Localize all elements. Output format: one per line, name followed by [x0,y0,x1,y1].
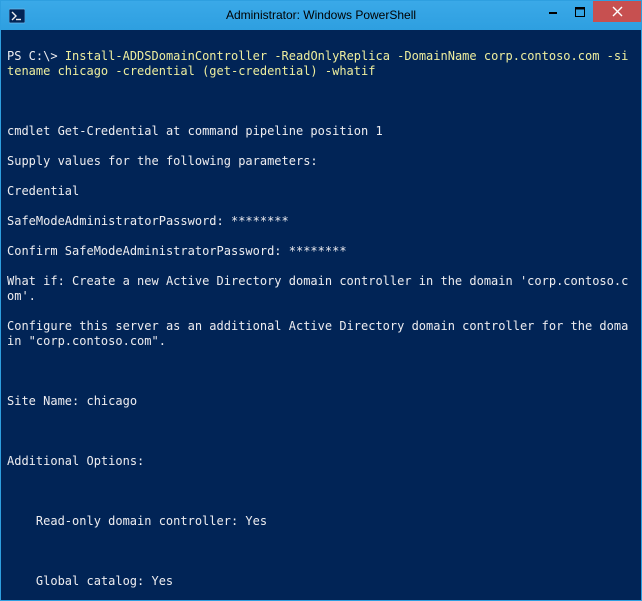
output-line: Confirm SafeModeAdministratorPassword: *… [7,244,635,259]
powershell-icon [9,8,25,24]
output-line: SafeModeAdministratorPassword: ******** [7,214,635,229]
close-button[interactable] [593,1,641,22]
output-line: Read-only domain controller: Yes [7,514,635,529]
command-text: Install-ADDSDomainController -ReadOnlyRe… [7,49,628,78]
powershell-window: Administrator: Windows PowerShell PS C:\… [0,0,642,601]
titlebar[interactable]: Administrator: Windows PowerShell [1,1,641,30]
output-line: Site Name: chicago [7,394,635,409]
output-line: What if: Create a new Active Directory d… [7,274,635,304]
minimize-button[interactable] [539,1,567,22]
terminal-pane[interactable]: PS C:\> Install-ADDSDomainController -Re… [1,30,641,600]
minimize-icon [548,7,558,17]
maximize-button[interactable] [567,1,593,22]
output-line: Additional Options: [7,454,635,469]
output-line: cmdlet Get-Credential at command pipelin… [7,124,635,139]
output-line: Credential [7,184,635,199]
maximize-icon [575,7,585,17]
ps-prompt: PS C:\> [7,49,58,63]
window-controls [539,1,641,22]
output-line: Configure this server as an additional A… [7,319,635,349]
output-line: Supply values for the following paramete… [7,154,635,169]
close-icon [612,6,623,17]
output-line: Global catalog: Yes [7,574,635,589]
